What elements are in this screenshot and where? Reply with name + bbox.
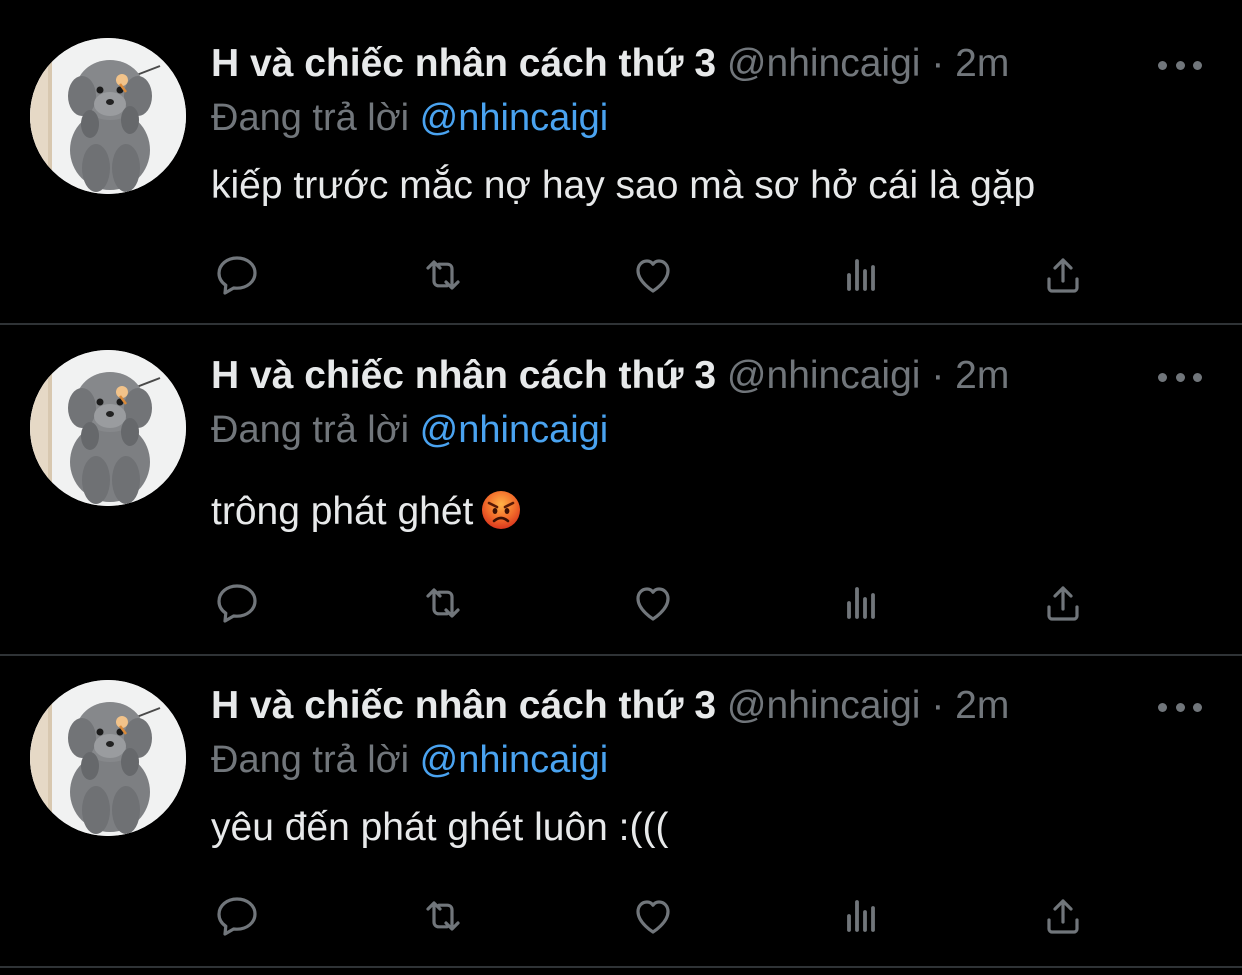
action-bar [210, 889, 1090, 943]
tweet[interactable]: H và chiếc nhân cách thứ 3 @nhincaigi · … [0, 326, 1242, 654]
share-icon[interactable] [1036, 576, 1090, 630]
tweet-header: H và chiếc nhân cách thứ 3 @nhincaigi · … [211, 38, 1009, 90]
tweet-text-content: trông phát ghét [211, 490, 474, 533]
tweet[interactable]: H và chiếc nhân cách thứ 3 @nhincaigi · … [0, 656, 1242, 966]
like-icon[interactable] [626, 576, 680, 630]
timestamp[interactable]: 2m [955, 42, 1009, 85]
action-bar [210, 248, 1090, 302]
more-options-icon[interactable] [1158, 694, 1202, 720]
tweet-text-content: yêu đến phát ghét luôn :((( [211, 806, 669, 849]
timestamp[interactable]: 2m [955, 684, 1009, 727]
analytics-icon[interactable] [834, 889, 888, 943]
retweet-icon[interactable] [416, 248, 470, 302]
reply-icon[interactable] [210, 248, 264, 302]
more-options-icon[interactable] [1158, 364, 1202, 390]
replying-to-handle[interactable]: @nhincaigi [420, 97, 609, 139]
more-options-icon[interactable] [1158, 52, 1202, 78]
replying-to-label: Đang trả lời [211, 739, 410, 781]
replying-to-label: Đang trả lời [211, 409, 410, 451]
reply-icon[interactable] [210, 576, 264, 630]
tweet-text-content: kiếp trước mắc nợ hay sao mà sơ hở cái l… [211, 164, 1036, 207]
replying-to-handle[interactable]: @nhincaigi [420, 409, 609, 451]
analytics-icon[interactable] [834, 248, 888, 302]
retweet-icon[interactable] [416, 889, 470, 943]
display-name[interactable]: H và chiếc nhân cách thứ 3 [211, 42, 716, 85]
tweet-text: kiếp trước mắc nợ hay sao mà sơ hở cái l… [211, 160, 1035, 212]
replying-to: Đang trả lời @nhincaigi [211, 404, 608, 456]
tweet-text: trông phát ghét [211, 486, 521, 538]
share-icon[interactable] [1036, 248, 1090, 302]
like-icon[interactable] [626, 248, 680, 302]
user-handle[interactable]: @nhincaigi [727, 684, 921, 727]
retweet-icon[interactable] [416, 576, 470, 630]
replying-to: Đang trả lời @nhincaigi [211, 734, 608, 786]
user-handle[interactable]: @nhincaigi [727, 42, 921, 85]
user-handle[interactable]: @nhincaigi [727, 354, 921, 397]
display-name[interactable]: H và chiếc nhân cách thứ 3 [211, 354, 716, 397]
tweet-text: yêu đến phát ghét luôn :((( [211, 802, 668, 854]
display-name[interactable]: H và chiếc nhân cách thứ 3 [211, 684, 716, 727]
divider [0, 323, 1242, 325]
replying-to: Đang trả lời @nhincaigi [211, 92, 608, 144]
reply-icon[interactable] [210, 889, 264, 943]
tweet[interactable]: H và chiếc nhân cách thứ 3 @nhincaigi · … [0, 0, 1242, 324]
avatar[interactable] [30, 350, 186, 506]
avatar[interactable] [30, 680, 186, 836]
divider [0, 966, 1242, 968]
separator: · [931, 354, 945, 397]
analytics-icon[interactable] [834, 576, 888, 630]
replying-to-label: Đang trả lời [211, 97, 410, 139]
separator: · [931, 42, 945, 85]
action-bar [210, 576, 1090, 630]
timestamp[interactable]: 2m [955, 354, 1009, 397]
share-icon[interactable] [1036, 889, 1090, 943]
angry-face-emoji [481, 490, 521, 530]
like-icon[interactable] [626, 889, 680, 943]
avatar[interactable] [30, 38, 186, 194]
separator: · [931, 684, 945, 727]
replying-to-handle[interactable]: @nhincaigi [420, 739, 609, 781]
tweet-header: H và chiếc nhân cách thứ 3 @nhincaigi · … [211, 350, 1009, 402]
tweet-header: H và chiếc nhân cách thứ 3 @nhincaigi · … [211, 680, 1009, 732]
